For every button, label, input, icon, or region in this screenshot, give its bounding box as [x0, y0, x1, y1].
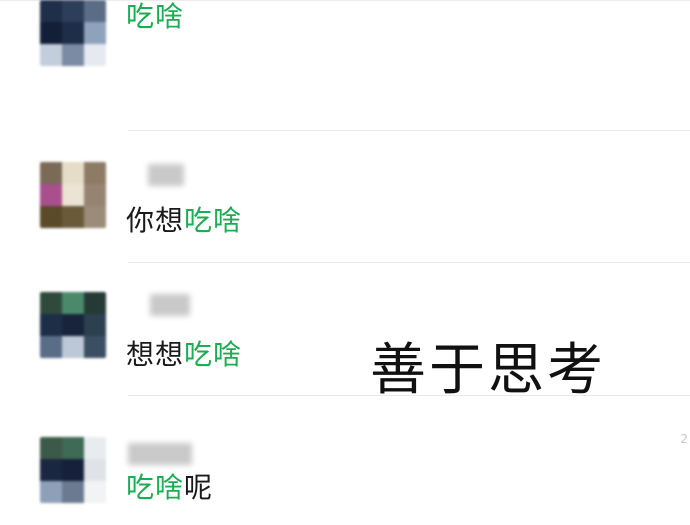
avatar-patch — [40, 162, 62, 184]
avatar-patch — [62, 459, 84, 481]
avatar-blurred[interactable] — [40, 292, 106, 358]
divider — [128, 262, 690, 263]
avatar-patch — [62, 437, 84, 459]
divider — [128, 130, 690, 131]
avatar-patch — [84, 292, 106, 314]
message-text: 吃啥 — [126, 0, 184, 34]
avatar-patch — [40, 314, 62, 336]
avatar-patch — [62, 206, 84, 228]
nickname-blurred — [128, 443, 192, 465]
message-pre: 你想 — [126, 204, 185, 237]
chat-message-4[interactable]: 吃啥 — [0, 0, 690, 130]
chat-list: 你想吃啥 想想吃啥 吃啥呢 吃啥 — [0, 0, 690, 521]
chat-message-3[interactable]: 吃啥呢 — [0, 395, 690, 525]
avatar-patch — [84, 314, 106, 336]
avatar-patch — [62, 162, 84, 184]
avatar-blurred[interactable] — [40, 162, 106, 228]
avatar-patch — [62, 292, 84, 314]
message-highlight: 吃啥 — [126, 0, 185, 33]
message-post: 呢 — [184, 471, 214, 504]
avatar-patch — [62, 481, 84, 503]
avatar-patch — [62, 336, 84, 358]
message-pre: 想想 — [126, 338, 185, 371]
avatar-patch — [84, 437, 106, 459]
caption-overlay: 善于思考 — [370, 338, 606, 403]
avatar-patch — [84, 44, 106, 66]
message-text: 你想吃啥 — [126, 204, 242, 238]
chat-message-1[interactable]: 你想吃啥 — [0, 130, 690, 260]
message-highlight: 吃啥 — [184, 204, 243, 237]
avatar-patch — [40, 184, 62, 206]
message-text: 吃啥呢 — [126, 471, 213, 505]
avatar-patch — [40, 206, 62, 228]
avatar-patch — [84, 162, 106, 184]
avatar-patch — [62, 22, 84, 44]
avatar-patch — [62, 0, 84, 22]
message-highlight: 吃啥 — [184, 338, 243, 371]
avatar-patch — [40, 44, 62, 66]
avatar-patch — [84, 481, 106, 503]
avatar-patch — [40, 292, 62, 314]
avatar-patch — [84, 0, 106, 22]
avatar-patch — [40, 437, 62, 459]
avatar-patch — [84, 206, 106, 228]
avatar-patch — [62, 184, 84, 206]
avatar-patch — [40, 481, 62, 503]
avatar-patch — [84, 336, 106, 358]
avatar-patch — [40, 0, 62, 22]
edge-mark: 2 — [680, 432, 688, 446]
avatar-patch — [84, 22, 106, 44]
avatar-patch — [40, 22, 62, 44]
avatar-blurred[interactable] — [40, 0, 106, 66]
nickname-blurred — [148, 164, 184, 186]
avatar-blurred[interactable] — [40, 437, 106, 503]
avatar-patch — [62, 314, 84, 336]
nickname-blurred — [150, 294, 190, 316]
message-text: 想想吃啥 — [126, 338, 242, 372]
avatar-patch — [84, 184, 106, 206]
avatar-patch — [40, 336, 62, 358]
avatar-patch — [62, 44, 84, 66]
avatar-patch — [84, 459, 106, 481]
message-highlight: 吃啥 — [126, 471, 185, 504]
avatar-patch — [40, 459, 62, 481]
